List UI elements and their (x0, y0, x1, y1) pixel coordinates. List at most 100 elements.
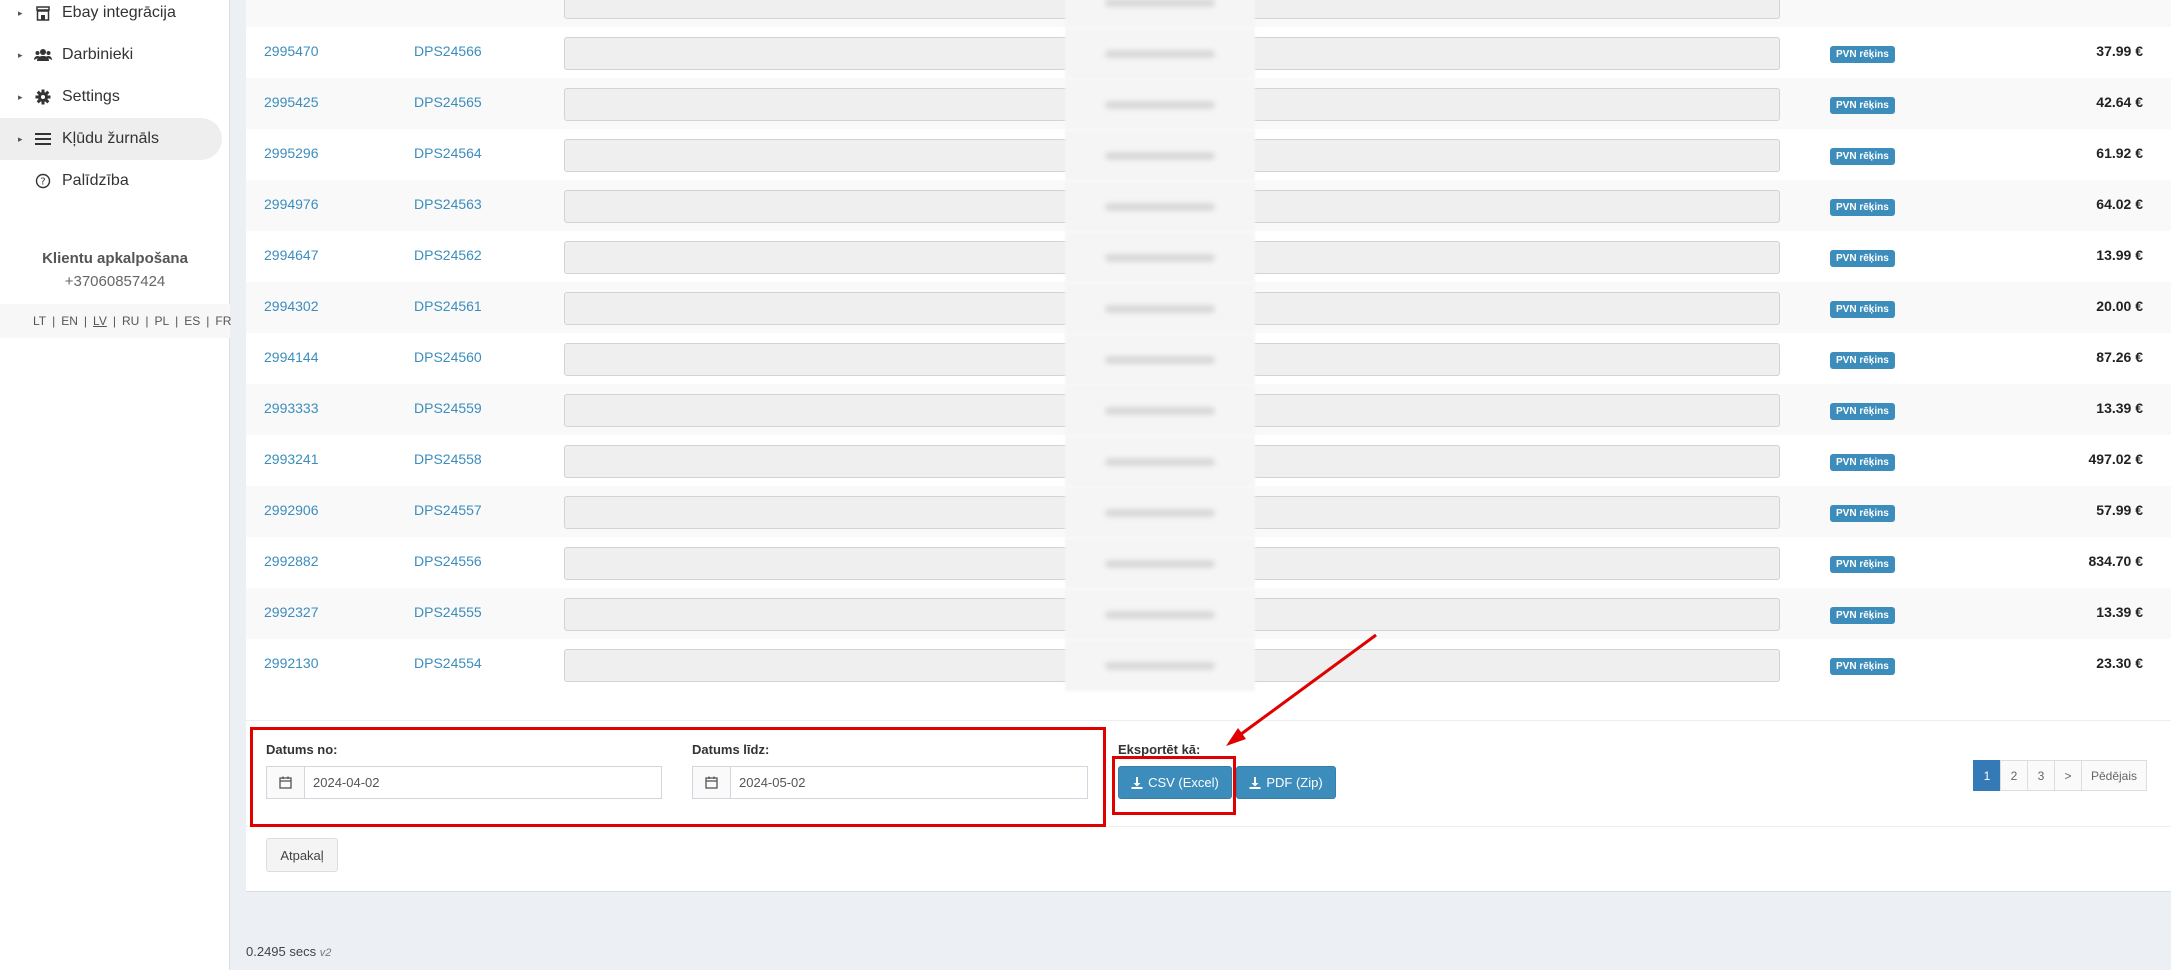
sidebar-item-2[interactable]: ▸ Settings (0, 76, 230, 118)
invoice-id-link[interactable]: 2994144 (264, 349, 319, 365)
invoice-id-link[interactable]: 2994302 (264, 298, 319, 314)
caret-right-icon: ▸ (18, 7, 23, 18)
invoice-type-badge: PVN rēķins (1830, 199, 1895, 216)
invoice-number-link[interactable]: DPS24554 (414, 655, 482, 671)
invoice-id-link[interactable]: 2995470 (264, 43, 319, 59)
page-link[interactable]: > (2053, 760, 2082, 791)
support-block: Klientu apkalpošana +37060857424 (0, 250, 230, 290)
sidebar-item-1[interactable]: ▸ Darbinieki (0, 34, 230, 76)
support-phone[interactable]: +37060857424 (0, 273, 230, 290)
invoice-amount: 20.00 € (2096, 298, 2143, 314)
invoice-number-link[interactable]: DPS24555 (414, 604, 482, 620)
table-row (246, 0, 2171, 28)
invoice-amount: 37.99 € (2096, 43, 2143, 59)
table-row: 2992130 DPS24554 PVN rēķins 23.30 € (246, 639, 2171, 691)
customer-field (564, 589, 1780, 640)
separator: | (83, 314, 88, 328)
table-row: 2995470 DPS24566 PVN rēķins 37.99 € (246, 27, 2171, 79)
invoice-type-badge: PVN rēķins (1830, 97, 1895, 114)
customer-field (564, 334, 1780, 385)
sidebar-item-3[interactable]: ▸ Kļūdu žurnāls (0, 118, 222, 160)
invoice-id-link[interactable]: 2993241 (264, 451, 319, 467)
sidebar-item-4[interactable]: ? Palīdzība (0, 160, 230, 202)
users-icon (30, 48, 56, 62)
divider (246, 720, 2171, 721)
store-icon (30, 5, 56, 21)
customer-field (564, 436, 1780, 487)
invoice-id-link[interactable]: 2993333 (264, 400, 319, 416)
language-link[interactable]: LT (33, 314, 46, 328)
invoice-amount: 64.02 € (2096, 196, 2143, 212)
invoice-id-link[interactable]: 2994976 (264, 196, 319, 212)
invoice-type-badge: PVN rēķins (1830, 46, 1895, 63)
invoice-number-link[interactable]: DPS24558 (414, 451, 482, 467)
invoice-number-link[interactable]: DPS24561 (414, 298, 482, 314)
invoice-id-link[interactable]: 2992327 (264, 604, 319, 620)
language-link[interactable]: LV (93, 314, 107, 328)
invoice-number-link[interactable]: DPS24563 (414, 196, 482, 212)
invoice-amount: 87.26 € (2096, 349, 2143, 365)
invoice-amount: 23.30 € (2096, 655, 2143, 671)
version: v2 (319, 947, 332, 959)
invoice-amount: 13.39 € (2096, 604, 2143, 620)
customer-field (564, 0, 1780, 28)
export-label: Eksportēt kā: (1118, 742, 1201, 757)
invoice-number-link[interactable]: DPS24566 (414, 43, 482, 59)
sidebar-item-0[interactable]: ▸ Ebay integrācija (0, 0, 230, 34)
list-icon (30, 132, 56, 146)
language-link[interactable]: RU (122, 314, 139, 328)
sidebar-item-label: Ebay integrācija (62, 4, 176, 21)
table-row: 2992327 DPS24555 PVN rēķins 13.39 € (246, 588, 2171, 640)
customer-field (564, 385, 1780, 436)
invoice-number-link[interactable]: DPS24557 (414, 502, 482, 518)
language-link[interactable]: ES (184, 314, 200, 328)
table-row: 2992882 DPS24556 PVN rēķins 834.70 € (246, 537, 2171, 589)
invoice-type-badge: PVN rēķins (1830, 352, 1895, 369)
page-link[interactable]: 3 (2026, 760, 2055, 791)
separator: | (175, 314, 179, 328)
table-row: 2993241 DPS24558 PVN rēķins 497.02 € (246, 435, 2171, 487)
invoice-number-link[interactable]: DPS24556 (414, 553, 482, 569)
gear-icon (30, 89, 56, 105)
invoice-type-badge: PVN rēķins (1830, 403, 1895, 420)
invoice-id-link[interactable]: 2994647 (264, 247, 319, 263)
back-button[interactable]: Atpakaļ (266, 838, 338, 872)
invoice-amount: 497.02 € (2088, 451, 2144, 467)
invoice-amount: 834.70 € (2088, 553, 2144, 569)
caret-right-icon: ▸ (18, 49, 23, 60)
invoice-id-link[interactable]: 2992130 (264, 655, 319, 671)
table-row: 2995425 DPS24565 PVN rēķins 42.64 € (246, 78, 2171, 130)
invoice-number-link[interactable]: DPS24564 (414, 145, 482, 161)
customer-field (564, 538, 1780, 589)
invoice-number-link[interactable]: DPS24559 (414, 400, 482, 416)
caret-right-icon: ▸ (18, 91, 23, 102)
invoice-number-link[interactable]: DPS24565 (414, 94, 482, 110)
invoice-id-link[interactable]: 2992882 (264, 553, 319, 569)
invoice-id-link[interactable]: 2992906 (264, 502, 319, 518)
customer-field (564, 28, 1780, 79)
export-pdf-button[interactable]: PDF (Zip) (1236, 766, 1336, 799)
main-content: 2995470 DPS24566 PVN rēķins 37.99 € 2995425 D… (230, 0, 2171, 970)
customer-field (564, 130, 1780, 181)
page-link[interactable]: 1 (1972, 760, 2001, 791)
invoice-number-link[interactable]: DPS24560 (414, 349, 482, 365)
pagination: 1 2 3 > Pēdējais (1972, 760, 2147, 791)
customer-field (564, 79, 1780, 130)
invoice-id-link[interactable]: 2995425 (264, 94, 319, 110)
invoice-type-badge: PVN rēķins (1830, 658, 1895, 675)
sidebar: ▸ Ebay integrācija ▸ Darbinieki ▸ Settings ▸ Kļ… (0, 0, 231, 970)
page-link[interactable]: 2 (1999, 760, 2028, 791)
invoice-amount: 42.64 € (2096, 94, 2143, 110)
help-circle-icon: ? (30, 173, 56, 189)
page-link[interactable]: Pēdējais (2080, 760, 2147, 791)
language-link[interactable]: FR (215, 314, 231, 328)
table-row: 2992906 DPS24557 PVN rēķins 57.99 € (246, 486, 2171, 538)
invoice-type-badge: PVN rēķins (1830, 250, 1895, 267)
invoice-id-link[interactable]: 2995296 (264, 145, 319, 161)
sidebar-item-label: Kļūdu žurnāls (62, 130, 159, 147)
language-link[interactable]: PL (154, 314, 169, 328)
language-link[interactable]: EN (61, 314, 78, 328)
invoice-type-badge: PVN rēķins (1830, 454, 1895, 471)
invoice-number-link[interactable]: DPS24562 (414, 247, 482, 263)
table-row: 2994647 DPS24562 PVN rēķins 13.99 € (246, 231, 2171, 283)
